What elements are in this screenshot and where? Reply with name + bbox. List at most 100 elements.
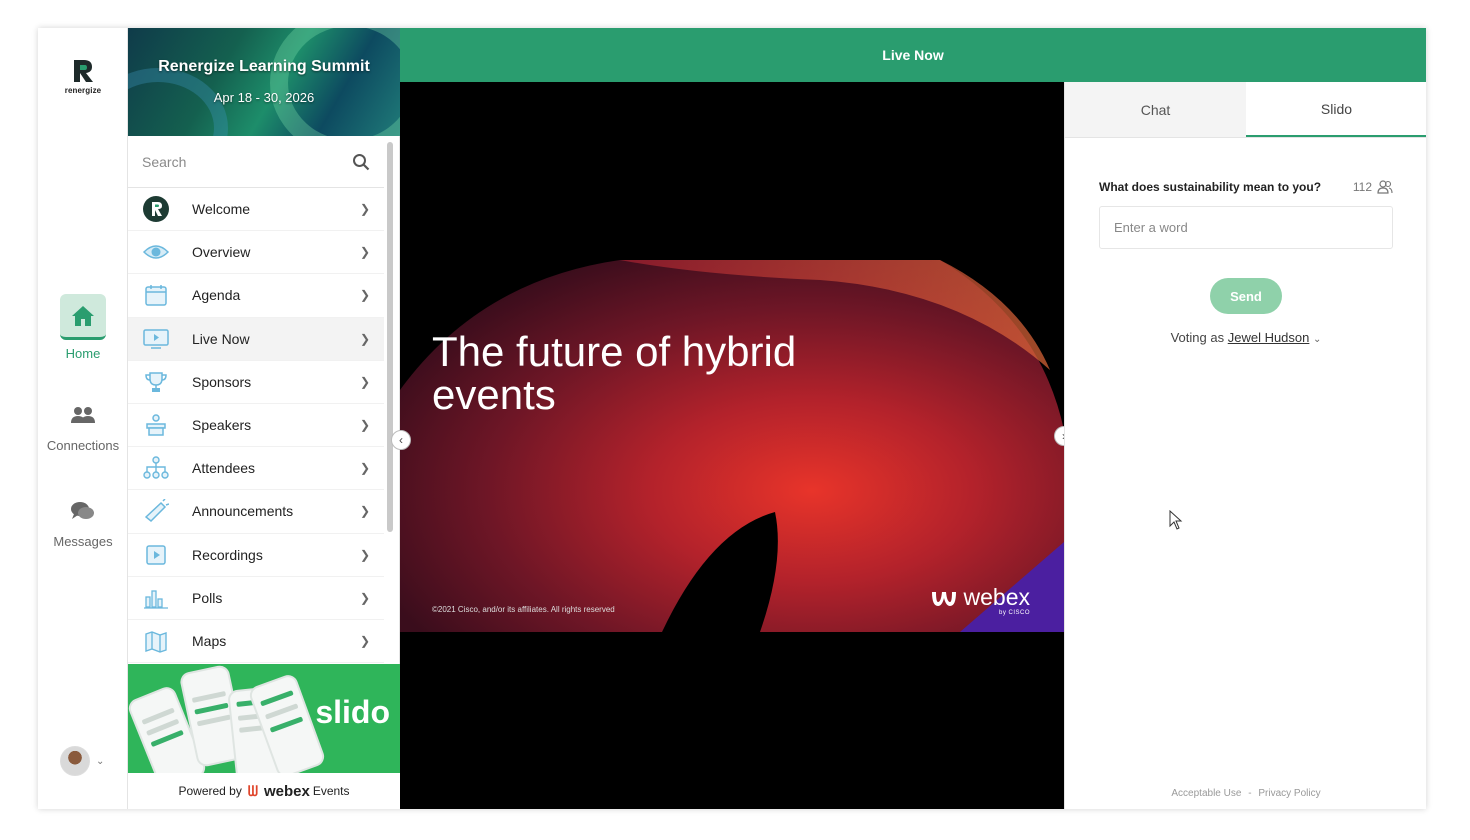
webex-wordmark: webex xyxy=(963,584,1030,610)
app-window: renergize Home Connections Messages ⌄ Re… xyxy=(38,28,1426,809)
slido-promo-banner[interactable]: slido xyxy=(128,664,400,773)
chevron-right-icon: ❯ xyxy=(359,504,370,519)
rail-home[interactable]: Home xyxy=(38,294,128,361)
events-wordmark: Events xyxy=(312,784,350,798)
nav-item-label: Sponsors xyxy=(192,373,252,390)
rail-messages[interactable]: Messages xyxy=(38,496,128,549)
poll-question-text: What does sustainability mean to you? xyxy=(1099,180,1322,194)
nav-item-attendees[interactable]: Attendees ❯ xyxy=(128,447,384,491)
presentation-slide: The future of hybrid events ©2021 Cisco,… xyxy=(400,260,1064,632)
nav-item-label: Speakers xyxy=(192,417,252,434)
nav-item-welcome[interactable]: Welcome ❯ xyxy=(128,188,384,232)
chevron-right-icon: ❯ xyxy=(359,461,370,476)
event-dates: Apr 18 - 30, 2026 xyxy=(213,90,315,105)
footer-separator: - xyxy=(1248,788,1252,799)
nav-item-label: Welcome xyxy=(192,201,251,218)
send-button[interactable]: Send xyxy=(1210,278,1282,314)
search-input[interactable] xyxy=(142,154,352,170)
event-nav: Renergize Learning Summit Apr 18 - 30, 2… xyxy=(128,28,400,809)
webex-by-cisco: by CISCO xyxy=(998,610,1030,616)
slide-background-art xyxy=(400,260,1064,632)
word-input[interactable] xyxy=(1099,206,1393,249)
nav-item-overview[interactable]: Overview ❯ xyxy=(128,231,384,275)
chevron-down-icon: ⌄ xyxy=(96,755,105,767)
map-icon xyxy=(142,627,170,655)
megaphone-icon xyxy=(142,497,170,525)
nav-item-speakers[interactable]: Speakers ❯ xyxy=(128,404,384,448)
privacy-policy-link[interactable]: Privacy Policy xyxy=(1258,788,1320,799)
left-rail: renergize Home Connections Messages ⌄ xyxy=(38,28,128,809)
nav-scrollbar[interactable] xyxy=(386,138,394,664)
nav-item-label: Agenda xyxy=(192,287,241,304)
live-now-header: Live Now xyxy=(400,28,1426,82)
brand-logo[interactable]: renergize xyxy=(58,58,108,100)
rail-home-label: Home xyxy=(65,346,101,361)
webex-logo: webex by CISCO xyxy=(930,584,1030,616)
engagement-panel: Chat Slido What does sustainability mean… xyxy=(1064,82,1426,809)
user-menu[interactable]: ⌄ xyxy=(60,746,104,776)
nav-item-label: Recordings xyxy=(192,546,263,563)
chat-bubbles-icon xyxy=(68,496,98,526)
voting-name-link[interactable]: Jewel Hudson xyxy=(1228,330,1310,345)
nav-item-label: Maps xyxy=(192,632,227,649)
nav-item-label: Live Now xyxy=(192,330,250,347)
event-banner: Renergize Learning Summit Apr 18 - 30, 2… xyxy=(128,28,400,136)
chevron-left-icon[interactable]: ‹ xyxy=(391,430,411,450)
participant-count-value: 112 xyxy=(1352,180,1372,194)
mouse-cursor-icon xyxy=(1169,510,1183,530)
panel-tabs: Chat Slido xyxy=(1065,82,1426,138)
nav-scrollbar-thumb[interactable] xyxy=(387,142,393,532)
slido-wordmark: slido xyxy=(315,694,390,730)
search-bar xyxy=(128,137,384,188)
webex-logo-icon xyxy=(931,591,956,606)
welcome-logo-icon xyxy=(142,195,170,223)
rail-connections[interactable]: Connections xyxy=(38,400,128,453)
event-title: Renergize Learning Summit xyxy=(158,58,370,75)
search-icon[interactable] xyxy=(352,153,370,171)
nav-item-sponsors[interactable]: Sponsors ❯ xyxy=(128,361,384,404)
calendar-icon xyxy=(142,281,170,309)
tab-slido[interactable]: Slido xyxy=(1246,82,1426,137)
nav-item-live-now[interactable]: Live Now ❯ xyxy=(128,317,384,361)
nav-item-recordings[interactable]: Recordings ❯ xyxy=(128,534,384,577)
podium-icon xyxy=(142,411,170,439)
home-tile xyxy=(60,294,106,340)
acceptable-use-link[interactable]: Acceptable Use xyxy=(1171,788,1241,799)
webex-events-logo-icon: ᗯ xyxy=(247,782,258,799)
chevron-right-icon: ❯ xyxy=(359,590,370,605)
chevron-right-icon: ❯ xyxy=(359,633,370,648)
nav-item-agenda[interactable]: Agenda ❯ xyxy=(128,274,384,318)
chevron-right-icon: ❯ xyxy=(359,288,370,303)
chevron-right-icon: ❯ xyxy=(359,374,370,389)
nav-item-label: Overview xyxy=(192,244,251,261)
nav-menu: Welcome ❯ Overview ❯ Agenda ❯ Live Now ❯… xyxy=(128,188,384,664)
tab-chat[interactable]: Chat xyxy=(1065,82,1246,137)
nav-item-maps[interactable]: Maps ❯ xyxy=(128,620,384,664)
nav-item-label: Polls xyxy=(192,589,223,606)
voting-prefix: Voting as xyxy=(1170,330,1225,345)
chevron-right-icon: ❯ xyxy=(359,331,370,346)
nav-item-announcements[interactable]: Announcements ❯ xyxy=(128,490,384,534)
renergize-logo-icon xyxy=(74,60,93,82)
powered-by: Powered by ᗯ webex Events xyxy=(128,773,400,809)
video-stage[interactable]: The future of hybrid events ©2021 Cisco,… xyxy=(400,82,1064,809)
webex-wordmark: webex xyxy=(263,782,310,800)
panel-footer: Acceptable Use - Privacy Policy xyxy=(1065,788,1426,799)
participants-icon xyxy=(1377,180,1393,194)
chevron-right-icon: ❯ xyxy=(359,547,370,562)
voting-as: Voting as Jewel Hudson ⌄ xyxy=(1065,330,1426,345)
slide-copyright: ©2021 Cisco, and/or its affiliates. All … xyxy=(432,605,615,614)
page-title: Live Now xyxy=(882,47,944,63)
network-icon xyxy=(142,454,170,482)
nav-item-label: Attendees xyxy=(192,460,256,477)
rail-connections-label: Connections xyxy=(46,438,120,453)
chevron-right-icon: ❯ xyxy=(359,245,370,260)
chevron-down-icon[interactable]: ⌄ xyxy=(1313,334,1321,345)
bar-chart-icon xyxy=(142,584,170,612)
slide-title: The future of hybrid events xyxy=(432,328,797,418)
nav-item-polls[interactable]: Polls ❯ xyxy=(128,577,384,620)
eye-icon xyxy=(142,238,170,266)
participant-count: 112 xyxy=(1353,180,1393,194)
brand-logo-text: renergize xyxy=(64,86,102,95)
banner-decoration xyxy=(270,28,400,136)
